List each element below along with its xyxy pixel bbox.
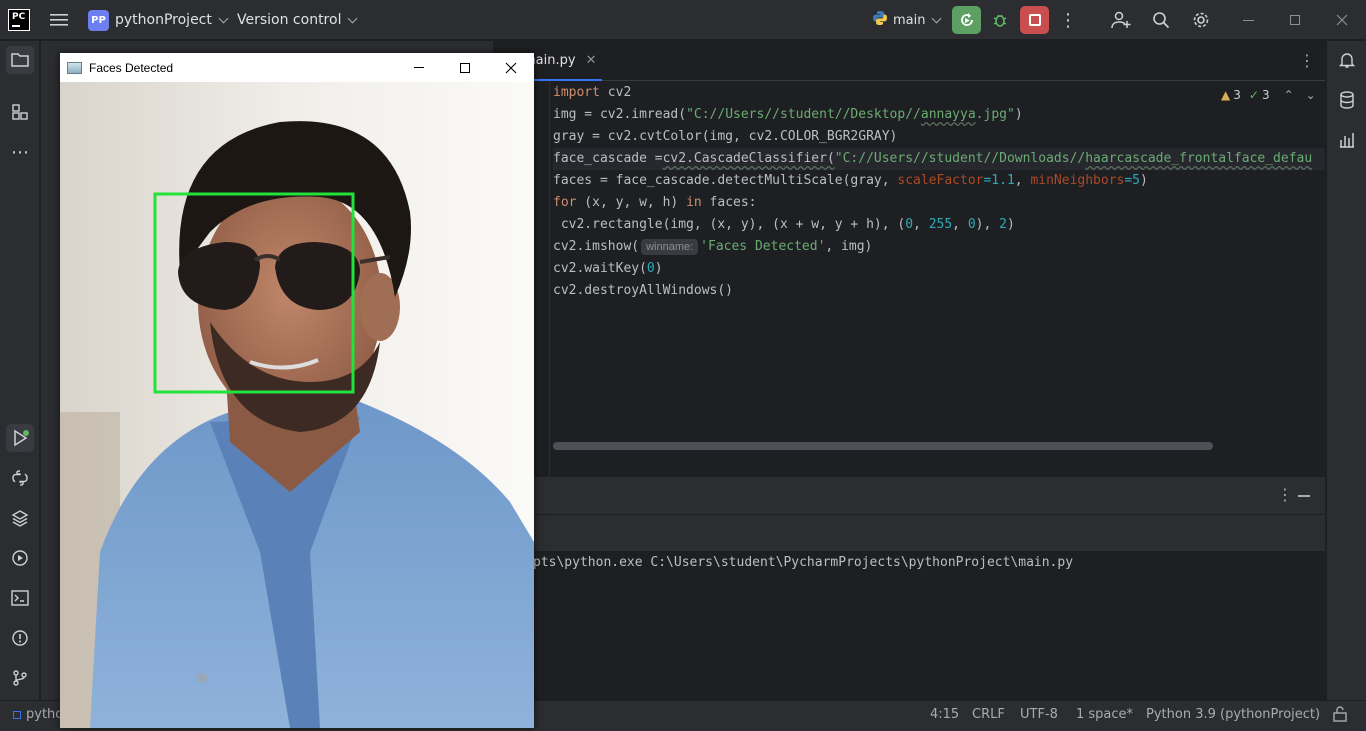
code-line: cv2.destroyAllWindows() [553,283,734,298]
settings-gear-icon[interactable] [1190,0,1212,40]
code-line: for (x, y, w, h) in faces: [553,195,757,210]
main-menu-icon[interactable] [48,0,70,40]
python-interpreter[interactable]: Python 3.9 (pythonProject) [1146,707,1320,722]
run-panel-header: ⋮ [493,477,1325,515]
window-minimize-button[interactable] [396,53,442,82]
code-line: img = cv2.imread("C://Users//student//De… [553,107,1023,122]
python-console-icon[interactable] [6,464,34,492]
hide-panel-icon[interactable] [1298,495,1310,497]
structure-icon[interactable] [6,98,34,126]
project-name: pythonProject [115,12,212,28]
editor-tab-bar: main.py ✕ ⋮ [493,41,1325,81]
faces-detected-window[interactable]: Faces Detected [60,53,534,728]
close-window-button[interactable] [1322,0,1362,40]
git-icon[interactable] [6,664,34,692]
project-folder-icon[interactable] [6,46,34,74]
file-encoding[interactable]: UTF-8 [1020,707,1058,722]
close-tab-icon[interactable]: ✕ [586,53,597,68]
rerun-button[interactable] [952,6,981,34]
debug-bug-icon[interactable] [988,0,1012,40]
window-app-icon [67,61,82,74]
detected-face-image [60,82,534,728]
parameter-hint: winname: [641,239,699,255]
notifications-bell-icon[interactable] [1333,46,1361,74]
code-line-current: face_cascade =cv2.CascadeClassifier("C:/… [553,148,1325,170]
window-close-button[interactable] [488,53,534,82]
search-icon[interactable] [1150,0,1172,40]
code-editor[interactable]: main.py ✕ ⋮ ▲ 3 ✓ 3 ⌃ ⌄ import cv2 img =… [493,41,1325,477]
run-options-icon[interactable]: ⋮ [1277,485,1293,504]
run-console[interactable]: pts\python.exe C:\Users\student\PycharmP… [493,515,1325,700]
horizontal-scrollbar[interactable] [553,442,1213,450]
problems-icon[interactable] [6,624,34,652]
code-line: import cv2 [553,85,632,100]
breadcrumb[interactable]: pytho [13,707,63,722]
indent-setting[interactable]: 1 space* [1076,707,1133,722]
project-selector[interactable]: pythonProject [115,0,229,40]
stop-button[interactable] [1020,6,1049,34]
run-config-label: main [893,12,926,28]
code-line: faces = face_cascade.detectMultiScale(gr… [553,173,1148,188]
services-icon[interactable] [6,544,34,572]
window-title: Faces Detected [89,60,174,75]
console-toolbar [493,515,1325,551]
window-title-bar[interactable]: Faces Detected [60,53,534,82]
project-badge[interactable]: PP [88,10,109,31]
console-output-line: pts\python.exe C:\Users\student\PycharmP… [533,555,1074,570]
add-user-icon[interactable] [1110,0,1132,40]
sciview-icon[interactable] [1333,126,1361,154]
version-control-label: Version control [237,12,342,28]
terminal-icon[interactable] [6,584,34,612]
breadcrumb-label: pytho [26,707,64,722]
line-separator[interactable]: CRLF [972,707,1005,722]
minimize-button[interactable] [1228,0,1268,40]
editor-more-icon[interactable]: ⋮ [1299,51,1315,70]
chevron-down-icon [932,13,942,23]
database-icon[interactable] [1333,86,1361,114]
restore-button[interactable] [1275,0,1315,40]
run-config-selector[interactable]: main [872,0,942,40]
run-tool-icon[interactable] [6,424,34,452]
code-line: cv2.waitKey(0) [553,261,663,276]
project-square-icon [13,710,21,719]
left-tool-strip: ⋯ [0,41,40,700]
code-area[interactable]: import cv2 img = cv2.imread("C://Users//… [553,82,1325,302]
chevron-down-icon [218,13,229,23]
code-line: cv2.rectangle(img, (x, y), (x + w, y + h… [553,217,1015,232]
code-line: gray = cv2.cvtColor(img, cv2.COLOR_BGR2G… [553,129,898,144]
lock-icon[interactable] [1333,706,1347,726]
more-tools-icon[interactable]: ⋯ [6,138,34,166]
caret-position[interactable]: 4:15 [930,707,959,722]
tab-main-py[interactable]: main.py ✕ [523,41,603,81]
chevron-down-icon [348,13,358,23]
layers-icon[interactable] [6,504,34,532]
right-tool-strip [1326,41,1366,700]
more-actions-icon[interactable]: ⋮ [1058,0,1078,40]
python-icon [872,10,888,30]
pycharm-logo: PC [8,9,30,31]
code-line: cv2.imshow(winname: 'Faces Detected', img… [553,239,873,255]
title-bar: PC PP pythonProject Version control main… [0,0,1366,40]
version-control-menu[interactable]: Version control [237,0,358,40]
window-maximize-button[interactable] [442,53,488,82]
